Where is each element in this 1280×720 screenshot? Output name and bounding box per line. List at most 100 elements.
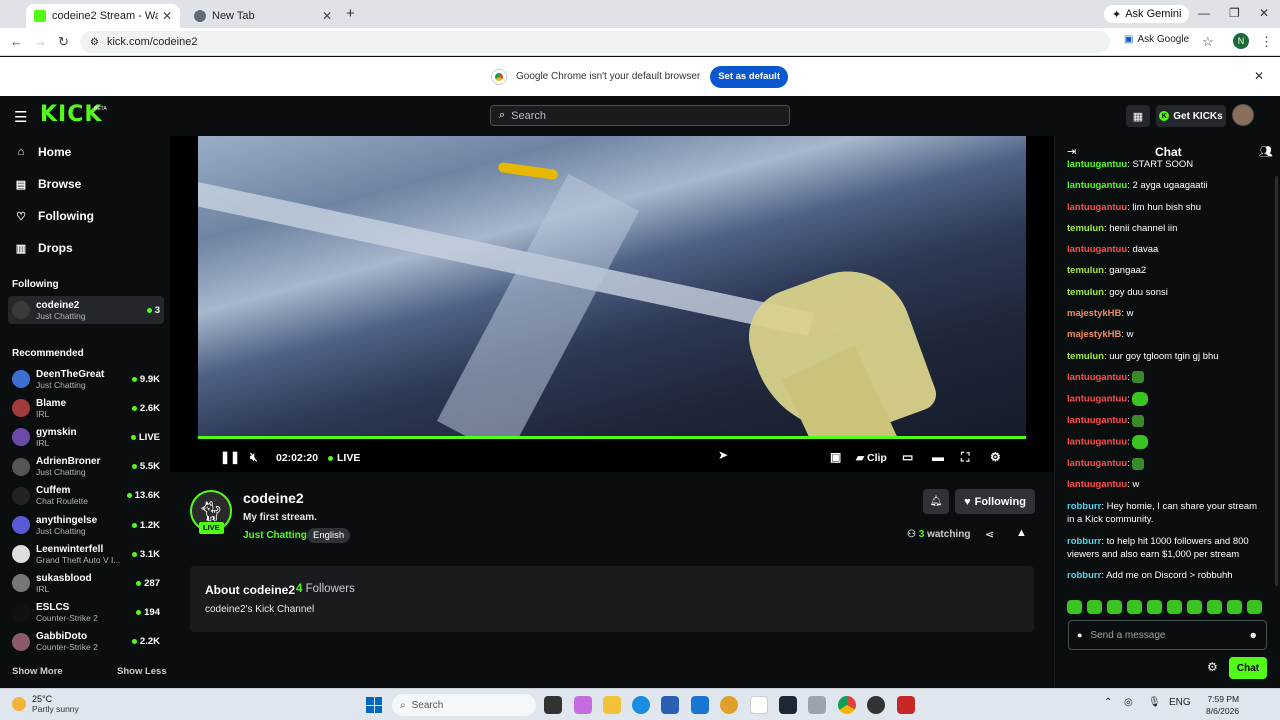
emote-icon[interactable] <box>1127 600 1142 614</box>
chat-username[interactable]: temulun <box>1067 351 1104 362</box>
url-bar[interactable]: ⚙ kick.com/codeine2 <box>80 31 1110 53</box>
dashboard-icon[interactable]: ▦ <box>1126 105 1150 127</box>
sidebar-channel-codeine2[interactable]: codeine2 Just Chatting 3 <box>8 296 164 324</box>
muted-volume-icon[interactable]: 🔇︎ <box>250 450 258 465</box>
video-player[interactable]: ❚❚ 🔇︎ 02:02:20 LIVE ▣ ▰ Clip ▭ ▬ ⛶ ⚙ <box>170 136 1054 472</box>
bookmark-star-icon[interactable]: ☆ <box>1202 34 1214 50</box>
chat-settings-gear-icon[interactable]: ⚙ <box>1207 660 1218 674</box>
emote-icon[interactable] <box>1147 600 1162 614</box>
taskbar-clock[interactable]: 7:59 PM 8/6/2026 <box>1206 693 1239 717</box>
back-icon[interactable]: ← <box>10 34 23 49</box>
playback-progress-bar[interactable] <box>198 436 1026 439</box>
chat-users-icon[interactable]: 👥︎ <box>1259 145 1273 158</box>
site-info-icon[interactable]: ⚙ <box>90 37 99 48</box>
tab-new-tab[interactable]: New Tab ✕ <box>186 4 340 28</box>
chat-username[interactable]: robburr <box>1067 570 1101 581</box>
chat-username[interactable]: lantuugantuu <box>1067 202 1127 213</box>
sidebar-channel-item[interactable]: Blame IRL 2.6K <box>8 394 164 422</box>
close-tab-icon[interactable]: ✕ <box>162 9 172 23</box>
windows-start-icon[interactable] <box>366 697 382 713</box>
sidebar-channel-item[interactable]: DeenTheGreat Just Chatting 9.9K <box>8 365 164 393</box>
chat-username[interactable]: lantuugantuu <box>1067 415 1127 426</box>
notes-icon[interactable] <box>750 696 768 714</box>
copilot-icon[interactable] <box>574 696 592 714</box>
chat-message-input[interactable] <box>1090 629 1241 641</box>
edge-icon[interactable] <box>632 696 650 714</box>
mini-player-icon[interactable]: ▣ <box>830 450 841 464</box>
emote-icon[interactable] <box>1107 600 1122 614</box>
following-button[interactable]: ♥ Following <box>955 489 1035 514</box>
emote-icon[interactable] <box>1067 600 1082 614</box>
emote-icon[interactable] <box>1247 600 1262 614</box>
collapse-chat-icon[interactable]: ⇥ <box>1067 145 1076 158</box>
chat-username[interactable]: temulun <box>1067 223 1104 234</box>
language-indicator[interactable]: ENG <box>1169 697 1191 708</box>
hamburger-menu-icon[interactable]: ☰ <box>14 108 27 126</box>
forward-icon[interactable]: → <box>34 34 47 49</box>
weather-widget[interactable]: 25°C Partly sunny <box>12 694 79 714</box>
report-warning-icon[interactable]: ▲ <box>1016 527 1027 539</box>
get-kicks-button[interactable]: K Get KICKs <box>1156 105 1226 127</box>
sidebar-channel-item[interactable]: Leenwinterfell Grand Theft Auto V I... 3.1… <box>8 540 164 568</box>
theater-mode-icon[interactable]: ▬ <box>932 450 944 464</box>
captions-icon[interactable]: ▭ <box>902 450 913 464</box>
sidebar-item-browse[interactable]: ▤ Browse <box>14 174 82 194</box>
emote-icon[interactable] <box>1187 600 1202 614</box>
notification-bell-button[interactable]: 🔔︎ <box>923 489 949 514</box>
chrome-icon[interactable] <box>838 696 856 714</box>
emote-icon[interactable] <box>1207 600 1222 614</box>
app-icon[interactable] <box>867 696 885 714</box>
outlook-icon[interactable] <box>691 696 709 714</box>
pause-icon[interactable]: ❚❚ <box>220 450 240 464</box>
chat-username[interactable]: temulun <box>1067 287 1104 298</box>
maximize-icon[interactable]: ❐ <box>1229 6 1240 20</box>
minimize-icon[interactable]: — <box>1198 6 1210 20</box>
emote-icon[interactable] <box>1167 600 1182 614</box>
chat-username[interactable]: robburr <box>1067 501 1101 512</box>
close-window-icon[interactable]: ✕ <box>1259 6 1269 20</box>
sidebar-channel-item[interactable]: sukasblood IRL 287 <box>8 569 164 597</box>
show-less-button[interactable]: Show Less <box>117 666 167 677</box>
ask-gemini-button[interactable]: ✦ Ask Gemini <box>1104 5 1190 23</box>
tray-overflow-icon[interactable]: ⌃ <box>1104 697 1112 708</box>
show-more-button[interactable]: Show More <box>12 666 63 677</box>
app-icon[interactable] <box>720 696 738 714</box>
sidebar-channel-item[interactable]: AdrienBroner Just Chatting 5.5K <box>8 453 164 481</box>
close-tab-icon[interactable]: ✕ <box>322 9 332 23</box>
chat-username[interactable]: lantuugantuu <box>1067 458 1127 469</box>
language-tag[interactable]: English <box>307 528 351 543</box>
chat-username[interactable]: lantuugantuu <box>1067 479 1127 490</box>
chat-input-box[interactable]: ● ☻ <box>1068 620 1267 650</box>
chat-username[interactable]: lantuugantuu <box>1067 244 1127 255</box>
store-icon[interactable] <box>661 696 679 714</box>
channel-title[interactable]: codeine2 <box>243 490 304 506</box>
ask-google-button[interactable]: ▣ Ask Google <box>1124 34 1189 45</box>
taskbar-search[interactable]: ⌕ Search <box>392 694 536 716</box>
search-box[interactable]: ⌕ <box>490 105 790 126</box>
microphone-icon[interactable]: 🎙︎ <box>1148 697 1161 708</box>
chat-username[interactable]: majestykHB <box>1067 329 1121 340</box>
settings-icon[interactable] <box>808 696 826 714</box>
chat-scrollbar[interactable] <box>1275 176 1278 586</box>
fullscreen-icon[interactable]: ⛶ <box>961 450 969 465</box>
chat-username[interactable]: lantuugantuu <box>1067 394 1127 405</box>
sidebar-channel-item[interactable]: Cuffem Chat Roulette 13.6K <box>8 482 164 510</box>
chat-username[interactable]: lantuugantuu <box>1067 437 1127 448</box>
tray-app-icon[interactable]: ◎ <box>1124 697 1133 708</box>
profile-avatar[interactable]: N <box>1233 33 1249 49</box>
emote-icon[interactable] <box>1227 600 1242 614</box>
tab-kick-stream[interactable]: codeine2 Stream - Watch Live o ✕ <box>26 4 180 28</box>
emoji-picker-icon[interactable]: ☻ <box>1249 630 1258 640</box>
close-icon[interactable]: ✕ <box>1254 69 1264 83</box>
send-chat-button[interactable]: Chat <box>1229 657 1267 679</box>
chat-username[interactable]: lantuugantuu <box>1067 180 1127 191</box>
sidebar-item-home[interactable]: ⌂ Home <box>14 142 72 162</box>
chat-user-badge-icon[interactable]: ● <box>1077 630 1082 640</box>
sidebar-channel-item[interactable]: anythingelse Just Chatting 1.2K <box>8 511 164 539</box>
chat-username[interactable]: majestykHB <box>1067 308 1121 319</box>
sidebar-channel-item[interactable]: ESLCS Counter-Strike 2 194 <box>8 599 164 627</box>
new-tab-button[interactable]: + <box>346 5 355 22</box>
reload-icon[interactable]: ↻ <box>58 34 69 50</box>
app-icon[interactable] <box>897 696 915 714</box>
user-avatar[interactable] <box>1232 104 1254 126</box>
